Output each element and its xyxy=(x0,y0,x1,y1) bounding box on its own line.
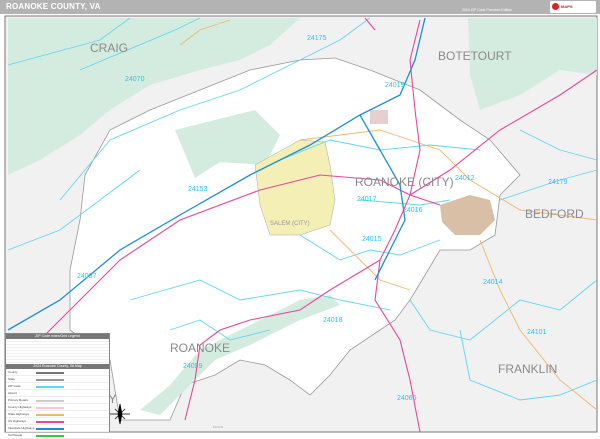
map-title: ROANOKE COUNTY, VA xyxy=(6,2,101,11)
legend-item: State Highways xyxy=(6,411,109,418)
zip-label: 24179 xyxy=(548,179,568,186)
label-bedford: BEDFORD xyxy=(525,207,584,221)
label-floyd: FLOYD xyxy=(213,425,224,429)
legend-item: County xyxy=(6,369,109,376)
zip-label: 24016 xyxy=(403,207,423,214)
legend-item: Airport xyxy=(6,390,109,397)
label-salem: SALEM (CITY) xyxy=(270,221,310,227)
zip-label: 24087 xyxy=(77,273,97,280)
title-bar: ROANOKE COUNTY, VA 2024 ZIP Code Premium… xyxy=(0,0,600,14)
zip-label: 24017 xyxy=(357,196,377,203)
zip-label: 24070 xyxy=(125,76,145,83)
zip-label: 24153 xyxy=(188,186,208,193)
zip-label: 24019 xyxy=(385,82,405,89)
zip-label: 24101 xyxy=(527,329,547,336)
zip-label: 24018 xyxy=(323,317,343,324)
zip-index-table xyxy=(6,339,109,364)
legend-item: Primary Roads xyxy=(6,397,109,404)
label-craig: CRAIG xyxy=(90,41,128,55)
label-franklin: FRANKLIN xyxy=(498,362,557,376)
zip-label: 24015 xyxy=(362,236,382,243)
zip-label: 24065 xyxy=(397,395,417,402)
zip-label: 24059 xyxy=(183,363,203,370)
legend-item: US Highways xyxy=(6,418,109,425)
legend-item: Interstate Highways xyxy=(6,425,109,432)
legend-item: State xyxy=(6,376,109,383)
legend-item: ZIP Code xyxy=(6,383,109,390)
legend-item: County Highways xyxy=(6,404,109,411)
edition-label: 2024 ZIP Code Premium Edition xyxy=(462,8,513,12)
legend-item: Toll Roads xyxy=(6,432,109,439)
map-legend: ZIP Code Index/Grid Legend 2024 Roanoke … xyxy=(5,333,110,439)
zip-label: 24014 xyxy=(483,279,503,286)
label-roanoke-city: ROANOKE (CITY) xyxy=(355,175,454,189)
publisher-logo: MAPS xyxy=(550,1,596,13)
zip-label: 24175 xyxy=(307,35,327,42)
airport-area xyxy=(370,110,388,124)
label-botetourt: BOTETOURT xyxy=(438,49,512,63)
zip-label: 24012 xyxy=(455,175,475,182)
label-roanoke: ROANOKE xyxy=(170,341,230,355)
